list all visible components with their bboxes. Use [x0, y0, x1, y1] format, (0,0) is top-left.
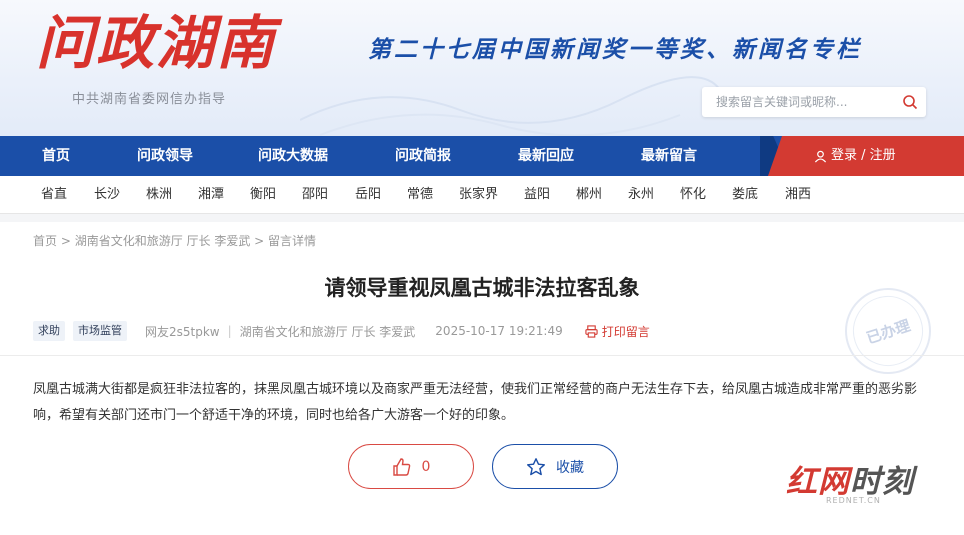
breadcrumb-home[interactable]: 首页 — [33, 234, 57, 248]
site-logo[interactable]: 问政湖南 — [36, 8, 276, 78]
region-item[interactable]: 岳阳 — [355, 176, 381, 214]
region-item[interactable]: 省直 — [41, 176, 67, 214]
main-nav: 首页 问政领导 问政大数据 问政简报 最新回应 最新留言 登录 / 注册 — [0, 136, 964, 176]
meta-separator: | — [227, 324, 232, 338]
category-tag: 市场监管 — [73, 321, 127, 341]
header-decoration — [300, 76, 720, 136]
rednet-watermark: 红网时刻 REDNET.CN — [786, 456, 914, 505]
region-item[interactable]: 湘西 — [785, 176, 811, 214]
nav-item-home[interactable]: 首页 — [42, 136, 70, 176]
author-name: 网友2s5tpkw — [145, 324, 220, 339]
post-content: 凤凰古城满大街都是疯狂非法拉客的，抹黑凤凰古城环境以及商家严重无法经营，使我们正… — [33, 382, 918, 423]
region-item[interactable]: 邵阳 — [302, 176, 328, 214]
region-item[interactable]: 永州 — [628, 176, 654, 214]
breadcrumb: 首页 > 湖南省文化和旅游厅 厅长 李爱武 > 留言详情 — [33, 232, 316, 249]
region-item[interactable]: 怀化 — [680, 176, 706, 214]
nav-item-leaders[interactable]: 问政领导 — [137, 136, 193, 176]
watermark-brand: 红网 — [786, 464, 850, 500]
category-tag: 求助 — [33, 321, 65, 341]
region-item[interactable]: 衡阳 — [250, 176, 276, 214]
favorite-label: 收藏 — [556, 459, 584, 476]
login-area: 登录 / 注册 — [768, 136, 964, 176]
login-register-button[interactable]: 登录 / 注册 — [814, 136, 896, 176]
like-button[interactable]: 0 — [348, 444, 474, 489]
post-meta: 求助 市场监管 网友2s5tpkw | 湖南省文化和旅游厅 厅长 李爱武 202… — [33, 320, 650, 342]
stamp-label: 已办理 — [843, 286, 933, 376]
region-item[interactable]: 长沙 — [94, 176, 120, 214]
printer-icon — [585, 324, 598, 338]
print-button[interactable]: 打印留言 — [585, 323, 650, 340]
print-label: 打印留言 — [601, 324, 650, 339]
nav-item-latest-response[interactable]: 最新回应 — [518, 136, 574, 176]
search-box — [702, 87, 926, 117]
site-header: 问政湖南 中共湖南省委网信办指导 第二十七届中国新闻奖一等奖、新闻名专栏 — [0, 0, 964, 136]
content-divider — [0, 355, 964, 356]
logo-subtitle: 中共湖南省委网信办指导 — [72, 92, 227, 107]
region-bar: 省直 长沙 株洲 湘潭 衡阳 邵阳 岳阳 常德 张家界 益阳 郴州 永州 怀化 … — [0, 176, 964, 214]
nav-item-latest-messages[interactable]: 最新留言 — [641, 136, 697, 176]
breadcrumb-recipient[interactable]: 湖南省文化和旅游厅 厅长 李爱武 — [75, 234, 251, 248]
region-item[interactable]: 湘潭 — [198, 176, 224, 214]
region-item[interactable]: 郴州 — [576, 176, 602, 214]
region-item[interactable]: 张家界 — [459, 176, 498, 214]
breadcrumb-separator: > — [250, 234, 269, 248]
like-count: 0 — [421, 458, 431, 475]
thumbs-up-icon — [392, 457, 410, 476]
breadcrumb-separator: > — [57, 234, 75, 248]
section-divider — [0, 214, 964, 222]
award-slogan: 第二十七届中国新闻奖一等奖、新闻名专栏 — [368, 36, 862, 63]
favorite-button[interactable]: 收藏 — [492, 444, 618, 489]
breadcrumb-current: 留言详情 — [268, 234, 317, 248]
login-register-label: 登录 / 注册 — [831, 148, 896, 163]
region-item[interactable]: 益阳 — [524, 176, 550, 214]
search-input[interactable] — [702, 87, 892, 117]
star-icon — [527, 457, 545, 475]
post-datetime: 2025-10-17 19:21:49 — [435, 324, 563, 338]
nav-item-bigdata[interactable]: 问政大数据 — [258, 136, 328, 176]
search-icon[interactable] — [902, 94, 918, 110]
nav-item-briefing[interactable]: 问政简报 — [395, 136, 451, 176]
recipient-name[interactable]: 湖南省文化和旅游厅 厅长 李爱武 — [240, 323, 416, 340]
watermark-brand-suffix: 时刻 — [850, 464, 914, 500]
region-item[interactable]: 株洲 — [146, 176, 172, 214]
processed-stamp: 已办理 — [843, 286, 933, 376]
watermark-domain: REDNET.CN — [826, 496, 881, 505]
region-item[interactable]: 娄底 — [732, 176, 758, 214]
user-icon — [814, 150, 827, 162]
post-title: 请领导重视凤凰古城非法拉客乱象 — [324, 275, 640, 300]
page: 问政湖南 中共湖南省委网信办指导 第二十七届中国新闻奖一等奖、新闻名专栏 首页 … — [0, 0, 964, 535]
watermark-logo: 红网时刻 — [786, 456, 914, 501]
region-item[interactable]: 常德 — [407, 176, 433, 214]
